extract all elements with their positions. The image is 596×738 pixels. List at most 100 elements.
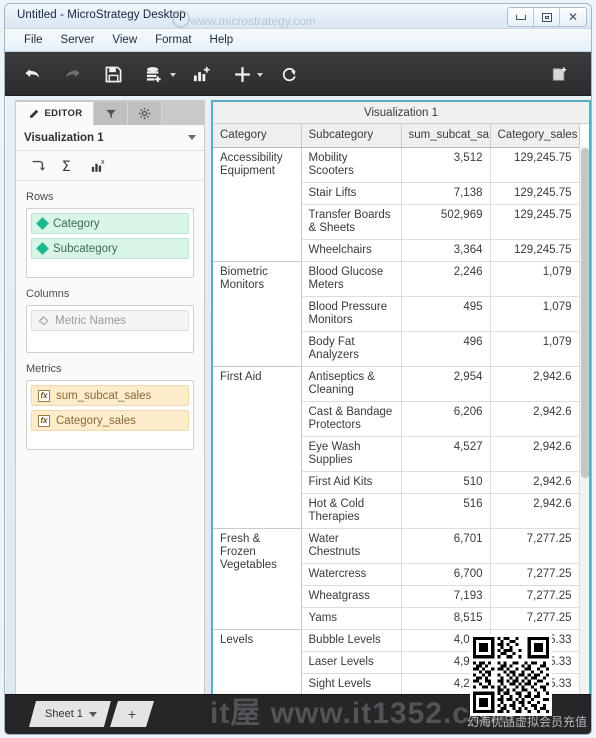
cell-category-sales[interactable]: 7,277.25: [490, 585, 580, 608]
cell-subcategory[interactable]: Wheatgrass: [301, 585, 402, 608]
cell-category-sales[interactable]: 2,942.6: [490, 471, 580, 494]
cell-subcategory[interactable]: Body Fat Analyzers: [301, 331, 402, 367]
cell-category[interactable]: Fresh & Frozen Vegetables: [213, 527, 302, 629]
insert-caret-icon[interactable]: [257, 73, 263, 77]
swap-rows-columns-icon[interactable]: [30, 158, 46, 174]
menu-item-help[interactable]: Help: [201, 32, 243, 48]
cell-sum-subcat-sales[interactable]: 4,931: [401, 651, 491, 674]
cell-subcategory[interactable]: Eye Wash Supplies: [301, 436, 402, 472]
column-header-sum-subcat-sales[interactable]: sum_subcat_sa: [401, 124, 491, 148]
add-data-button[interactable]: [139, 60, 169, 88]
share-button[interactable]: [544, 60, 574, 88]
cell-category-sales[interactable]: 2,942.6: [490, 365, 580, 402]
cell-category-sales[interactable]: 4,435.33: [490, 651, 580, 674]
cell-category-sales[interactable]: 4,435.33: [490, 673, 580, 696]
cell-category[interactable]: Biometric Monitors: [213, 260, 302, 366]
cell-sum-subcat-sales[interactable]: 4,294: [401, 673, 491, 696]
shelf-columns-dropzone[interactable]: Metric Names: [26, 305, 194, 353]
cell-category[interactable]: First Aid: [213, 365, 302, 528]
cell-subcategory[interactable]: Wheelchairs: [301, 239, 402, 262]
cell-sum-subcat-sales[interactable]: 495: [401, 296, 491, 332]
cell-subcategory[interactable]: Laser Levels: [301, 651, 402, 674]
cell-sum-subcat-sales[interactable]: 3,512: [401, 147, 491, 183]
add-data-caret-icon[interactable]: [170, 73, 176, 77]
cell-subcategory[interactable]: First Aid Kits: [301, 471, 402, 494]
insert-button[interactable]: [227, 60, 257, 88]
shelf-rows-dropzone[interactable]: Category Subcategory: [26, 208, 194, 278]
sheet-tab-sheet-1[interactable]: Sheet 1: [29, 701, 111, 727]
grid-scroll-area[interactable]: Category Subcategory sum_subcat_sa Categ…: [213, 124, 589, 698]
add-sheet-button[interactable]: +: [110, 701, 154, 727]
cell-subcategory[interactable]: Water Chestnuts: [301, 527, 402, 564]
menu-item-view[interactable]: View: [103, 32, 146, 48]
save-button[interactable]: [98, 60, 128, 88]
cell-subcategory[interactable]: Mobility Scooters: [301, 147, 402, 183]
cell-sum-subcat-sales[interactable]: 502,969: [401, 204, 491, 240]
cell-category-sales[interactable]: 1,079: [490, 296, 580, 332]
cell-subcategory[interactable]: Stair Lifts: [301, 182, 402, 205]
cell-sum-subcat-sales[interactable]: 6,700: [401, 563, 491, 586]
tab-properties[interactable]: [128, 102, 162, 125]
add-visualization-button[interactable]: [186, 60, 216, 88]
totals-sigma-icon[interactable]: Σ: [60, 158, 76, 173]
cell-subcategory[interactable]: Bubble Levels: [301, 628, 402, 652]
cell-subcategory[interactable]: Watercress: [301, 563, 402, 586]
column-header-category-sales[interactable]: Category_sales: [490, 124, 580, 148]
maximize-button[interactable]: [534, 8, 560, 26]
menu-item-server[interactable]: Server: [52, 32, 104, 48]
shelf-metrics-dropzone[interactable]: fx sum_subcat_sales fx Category_sales: [26, 380, 194, 450]
cell-sum-subcat-sales[interactable]: 7,193: [401, 585, 491, 608]
cell-category-sales[interactable]: 2,942.6: [490, 401, 580, 437]
cell-sum-subcat-sales[interactable]: 2,954: [401, 365, 491, 402]
cell-category-sales[interactable]: 4,435.33: [490, 628, 580, 652]
cell-sum-subcat-sales[interactable]: 496: [401, 331, 491, 367]
shelf-item-category-sales[interactable]: fx Category_sales: [31, 410, 189, 431]
cell-sum-subcat-sales[interactable]: 3,364: [401, 239, 491, 262]
chevron-down-icon[interactable]: [89, 712, 97, 717]
cell-sum-subcat-sales[interactable]: 7,138: [401, 182, 491, 205]
minimize-button[interactable]: [508, 8, 534, 26]
cell-category-sales[interactable]: 1,079: [490, 260, 580, 297]
cell-subcategory[interactable]: Hot & Cold Therapies: [301, 493, 402, 529]
cell-subcategory[interactable]: Blood Pressure Monitors: [301, 296, 402, 332]
tab-filters[interactable]: [94, 102, 128, 125]
cell-sum-subcat-sales[interactable]: 2,246: [401, 260, 491, 297]
undo-button[interactable]: [17, 60, 47, 88]
cell-subcategory[interactable]: Sight Levels: [301, 673, 402, 696]
refresh-button[interactable]: [274, 60, 304, 88]
visualization-selector[interactable]: Visualization 1: [16, 125, 204, 151]
cell-category[interactable]: Accessibility Equipment: [213, 147, 302, 261]
table-row[interactable]: Biometric Monitors Blood Glucose Meters 2,…: [213, 260, 580, 366]
cell-subcategory[interactable]: Cast & Bandage Protectors: [301, 401, 402, 437]
cell-category-sales[interactable]: 129,245.75: [490, 204, 580, 240]
table-row[interactable]: Accessibility Equipment Mobility Scooters…: [213, 147, 580, 261]
cell-category-sales[interactable]: 129,245.75: [490, 182, 580, 205]
cell-subcategory[interactable]: Antiseptics & Cleaning: [301, 365, 402, 402]
cell-subcategory[interactable]: Blood Glucose Meters: [301, 260, 402, 297]
derived-metric-icon[interactable]: x: [90, 158, 107, 174]
shelf-item-sum-subcat-sales[interactable]: fx sum_subcat_sales: [31, 385, 189, 406]
column-header-subcategory[interactable]: Subcategory: [301, 124, 402, 148]
shelf-item-subcategory[interactable]: Subcategory: [31, 238, 189, 259]
tab-editor[interactable]: EDITOR: [16, 102, 94, 125]
cell-category-sales[interactable]: 7,277.25: [490, 527, 580, 564]
grid-vertical-scrollbar[interactable]: [579, 146, 589, 698]
cell-category-sales[interactable]: 2,942.6: [490, 436, 580, 472]
shelf-item-metric-names[interactable]: Metric Names: [31, 310, 189, 331]
cell-subcategory[interactable]: Transfer Boards & Sheets: [301, 204, 402, 240]
grid-scrollbar-thumb[interactable]: [581, 148, 589, 478]
cell-sum-subcat-sales[interactable]: 8,515: [401, 607, 491, 630]
table-row[interactable]: First Aid Antiseptics & Cleaning 2,954 2,94…: [213, 365, 580, 528]
shelf-item-category[interactable]: Category: [31, 213, 189, 234]
cell-sum-subcat-sales[interactable]: 4,081: [401, 628, 491, 652]
menu-item-file[interactable]: File: [15, 32, 52, 48]
menu-item-format[interactable]: Format: [146, 32, 200, 48]
table-row[interactable]: Levels Bubble Levels 4,081 4,435.33: [213, 628, 580, 695]
cell-category-sales[interactable]: 2,942.6: [490, 493, 580, 529]
cell-category[interactable]: Levels: [213, 628, 302, 695]
cell-sum-subcat-sales[interactable]: 6,701: [401, 527, 491, 564]
cell-sum-subcat-sales[interactable]: 6,206: [401, 401, 491, 437]
cell-category-sales[interactable]: 7,277.25: [490, 607, 580, 630]
cell-category-sales[interactable]: 7,277.25: [490, 563, 580, 586]
cell-sum-subcat-sales[interactable]: 510: [401, 471, 491, 494]
